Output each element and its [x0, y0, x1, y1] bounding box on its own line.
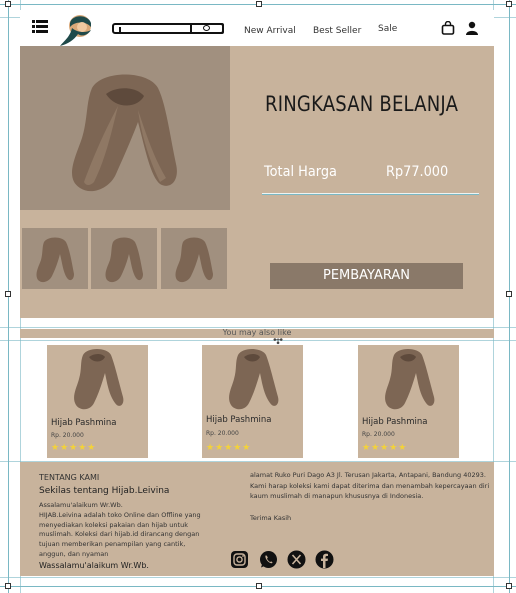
search-button[interactable]	[190, 23, 224, 34]
search-icon	[203, 25, 210, 31]
product-image	[202, 345, 303, 413]
total-price-label: Total Harga	[264, 164, 337, 180]
product-thumbnail[interactable]	[91, 228, 157, 289]
footer-address: alamat Ruko Puri Dago A3 Jl. Terusan Jak…	[250, 471, 490, 500]
resize-handle[interactable]	[506, 291, 512, 297]
search-input[interactable]	[112, 23, 224, 34]
resize-handle[interactable]	[506, 1, 512, 7]
resize-handle[interactable]	[506, 583, 512, 589]
resize-handle[interactable]	[256, 1, 262, 7]
product-image	[358, 345, 459, 413]
resize-handle[interactable]	[5, 291, 11, 297]
cart-icon[interactable]	[441, 21, 455, 35]
product-main-image	[20, 46, 230, 210]
footer: TENTANG KAMI Sekilas tentang Hijab.Leivi…	[20, 462, 494, 576]
user-icon[interactable]	[465, 21, 479, 35]
divider	[262, 193, 479, 195]
product-name: Hijab Pashmina	[362, 417, 428, 427]
guide-line	[0, 340, 516, 341]
product-card[interactable]: Hijab Pashmina Rp. 20.000 ★★★★★	[202, 345, 303, 458]
footer-greeting: Assalamu'alaikum Wr.Wb.	[39, 501, 123, 509]
product-card[interactable]: Hijab Pashmina Rp. 20.000 ★★★★★	[47, 345, 148, 458]
product-price: Rp. 20.000	[51, 432, 84, 439]
product-rating-stars: ★★★★★	[206, 443, 252, 453]
footer-description: HIJAB.Leivina adalah toko Online dan Off…	[39, 511, 201, 558]
footer-thanks: Terima Kasih	[250, 514, 292, 522]
summary-title: RINGKASAN BELANJA	[265, 92, 459, 116]
x-icon[interactable]	[287, 550, 306, 569]
checkout-summary-section: RINGKASAN BELANJA Total Harga Rp77.000 P…	[20, 46, 494, 347]
nav-best-seller[interactable]: Best Seller	[313, 26, 361, 36]
menu-icon[interactable]	[32, 20, 48, 34]
footer-closing: Wassalamu'alaikum Wr.Wb.	[39, 561, 149, 570]
logo[interactable]	[58, 13, 94, 47]
product-thumbnail[interactable]	[22, 228, 88, 289]
product-name: Hijab Pashmina	[51, 418, 117, 428]
resize-handle[interactable]	[5, 583, 11, 589]
instagram-icon[interactable]	[230, 550, 249, 569]
guide-line	[0, 577, 516, 578]
product-image	[47, 345, 148, 413]
nav-new-arrival[interactable]: New Arrival	[244, 26, 296, 36]
footer-title: TENTANG KAMI	[39, 473, 100, 482]
resize-handle[interactable]	[256, 583, 262, 589]
resize-handle[interactable]	[5, 1, 11, 7]
payment-button[interactable]: PEMBAYARAN	[270, 263, 463, 289]
whatsapp-icon[interactable]	[259, 550, 278, 569]
recommendation-heading: You may also like	[222, 328, 292, 337]
nav-sale[interactable]: Sale	[378, 24, 397, 34]
recommendation-header: You may also like	[20, 328, 494, 338]
total-price-value: Rp77.000	[386, 164, 449, 180]
product-thumbnail[interactable]	[161, 228, 227, 289]
product-name: Hijab Pashmina	[206, 415, 272, 425]
product-card[interactable]: Hijab Pashmina Rp. 20.000 ★★★★★	[358, 345, 459, 458]
product-price: Rp. 20.000	[206, 430, 239, 437]
footer-subtitle: Sekilas tentang Hijab.Leivina	[39, 486, 170, 496]
product-rating-stars: ★★★★★	[51, 443, 97, 453]
facebook-icon[interactable]	[315, 550, 334, 569]
product-rating-stars: ★★★★★	[362, 443, 408, 453]
top-navbar: New Arrival Best Seller Sale	[20, 10, 494, 46]
product-price: Rp. 20.000	[362, 431, 395, 438]
